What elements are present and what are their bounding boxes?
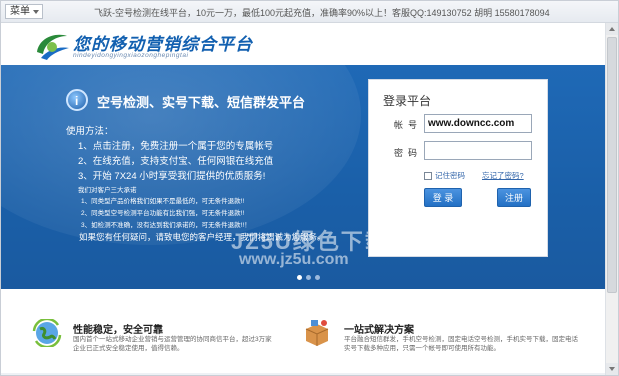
usage-step: 2、在线充值，支持支付宝、任何网银在线充值 (78, 156, 274, 167)
remember-password-checkbox[interactable]: 记住密码 (424, 170, 465, 181)
remember-password-label: 记住密码 (435, 171, 465, 180)
browser-window: 菜单 飞跃-空号检测在线平台，10元一万，最低100元起充值，准确率90%以上！… (0, 0, 619, 376)
login-title: 登录平台 (383, 94, 432, 108)
commitment-title: 我们对客户三大承诺 (78, 187, 137, 194)
checkbox-icon[interactable] (424, 172, 432, 181)
brand-logo-icon (37, 34, 69, 60)
scroll-up-icon[interactable] (606, 23, 618, 35)
commitment-item: 2、同类型空号检测平台功能有比我们强，可无条件退款!! (81, 210, 245, 217)
password-input[interactable] (424, 141, 532, 160)
menu-dropdown[interactable]: 菜单 (5, 4, 43, 19)
logo-subtitle: nindeyidongyingxiaozonghepingtai (73, 52, 189, 59)
forgot-password-link[interactable]: 忘记了密码? (482, 170, 524, 181)
menu-dropdown-label: 菜单 (10, 6, 30, 17)
top-bar: 菜单 飞跃-空号检测在线平台，10元一万，最低100元起充值，准确率90%以上！… (1, 1, 618, 23)
chevron-down-icon (33, 10, 39, 14)
scrolling-announcement: 飞跃-空号检测在线平台，10元一万，最低100元起充值，准确率90%以上！客服Q… (94, 8, 550, 18)
carousel-dot[interactable] (297, 275, 302, 280)
username-input[interactable] (424, 114, 532, 133)
site-header: 您的移动营销综合平台 nindeyidongyingxiaozongheping… (1, 23, 606, 65)
commitment-item: 1、同类型产品价格我们如果不是最低的，可无条件退款!! (81, 198, 245, 205)
password-label: 密码 (394, 148, 423, 158)
username-label: 帐号 (394, 120, 423, 130)
feature-description: 平台融合短信群发，手机空号检测，固定电话空号检测，手机实号下载，固定电话实号下载… (344, 336, 578, 352)
commitment-item: 3、如检测不准确，没有达到我们承诺的，可无条件退款!!！ (81, 222, 251, 229)
scroll-down-icon[interactable] (606, 363, 618, 375)
watermark-url: www.jz5u.com (239, 251, 349, 268)
register-button[interactable]: 注册 (497, 188, 531, 207)
info-icon: i (66, 89, 88, 111)
usage-title: 使用方法： (66, 126, 114, 137)
login-button[interactable]: 登 录 (424, 188, 462, 207)
usage-step: 3、开始 7X24 小时享受我们提供的优质服务! (78, 171, 266, 182)
carousel-dot[interactable] (315, 275, 320, 280)
package-box-icon (305, 320, 329, 346)
feature-title: 性能稳定，安全可靠 (73, 325, 163, 336)
feature-title: 一站式解决方案 (344, 325, 414, 336)
carousel-indicators (297, 271, 324, 283)
vertical-scrollbar[interactable] (605, 23, 618, 375)
footer-divider (1, 373, 605, 375)
globe-refresh-icon (32, 319, 62, 347)
scrollbar-thumb[interactable] (607, 37, 617, 293)
feature-description: 国内首个一站式移动企业营销与运营管理的协同商信平台，超过3万家企业已正式安全稳定… (73, 336, 272, 352)
carousel-dot[interactable] (306, 275, 311, 280)
banner-title: 空号检测、实号下载、短信群发平台 (97, 95, 306, 110)
usage-step: 1、点击注册，免费注册一个属于您的专属帐号 (78, 141, 274, 152)
login-panel: 登录平台 帐号 密码 记住密码 忘记了密码? 登 录 注册 (368, 79, 548, 257)
